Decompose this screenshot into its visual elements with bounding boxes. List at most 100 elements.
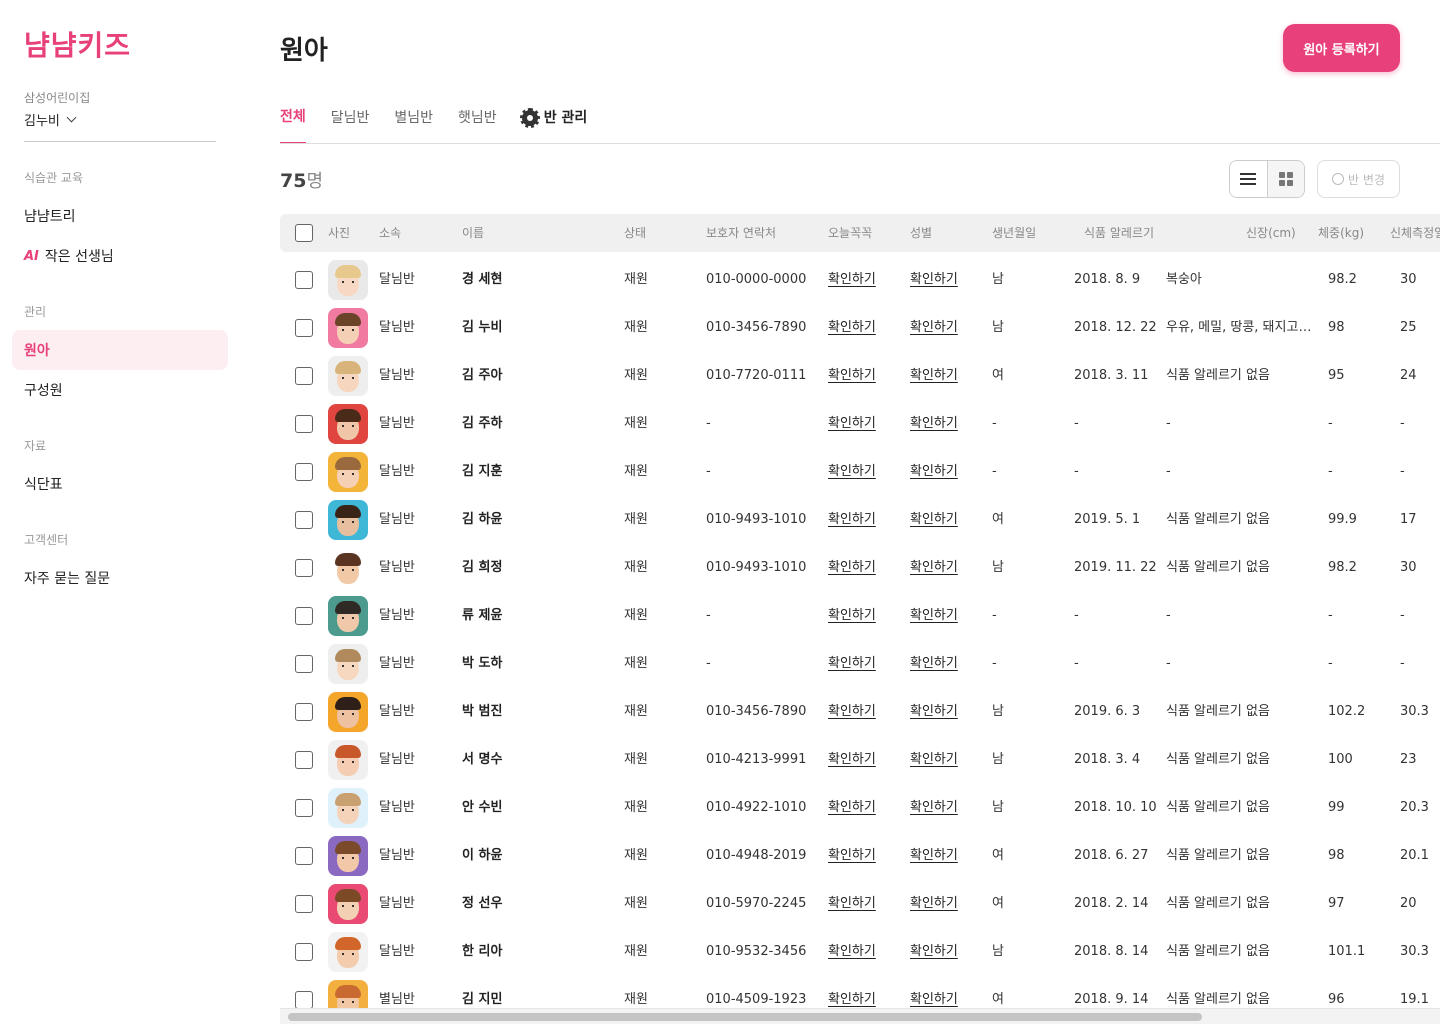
tab-star-class[interactable]: 별님반	[394, 104, 433, 144]
row-checkbox[interactable]	[295, 511, 313, 529]
cell-today-link[interactable]: 확인하기	[828, 640, 876, 688]
horizontal-scrollbar[interactable]	[280, 1008, 1440, 1024]
table-row[interactable]: 달님반 김 주하 재원 - 확인하기 확인하기 - - - - -	[280, 400, 1440, 448]
table-row[interactable]: 달님반 안 수빈 재원 010-4922-1010 확인하기 확인하기 남 2018. 10.…	[280, 784, 1440, 832]
cell-gender-link[interactable]: 확인하기	[910, 400, 958, 448]
table-row[interactable]: 달님반 김 하윤 재원 010-9493-1010 확인하기 확인하기 여 2019. 5. …	[280, 496, 1440, 544]
cell-gender-link[interactable]: 확인하기	[910, 496, 958, 544]
cell-today-link[interactable]: 확인하기	[828, 448, 876, 496]
row-checkbox[interactable]	[295, 751, 313, 769]
cell-weight: 30.3	[1400, 704, 1429, 719]
cell-gender-link[interactable]: 확인하기	[910, 880, 958, 928]
cell-gender-link[interactable]: 확인하기	[910, 832, 958, 880]
tab-all[interactable]: 전체	[280, 104, 306, 144]
scrollbar-thumb[interactable]	[288, 1013, 1202, 1021]
tab-sun-class[interactable]: 햇님반	[458, 104, 497, 144]
cell-today-link[interactable]: 확인하기	[828, 784, 876, 832]
user-dropdown[interactable]: 김누비	[24, 110, 77, 129]
row-checkbox[interactable]	[295, 847, 313, 865]
sidebar-item-little-teacher[interactable]: AI 작은 선생님	[12, 236, 228, 276]
cell-today-link[interactable]: 확인하기	[828, 496, 876, 544]
table-row[interactable]: 달님반 김 지훈 재원 - 확인하기 확인하기 - - - - -	[280, 448, 1440, 496]
cell-class: 달님반	[379, 464, 415, 479]
avatar	[328, 260, 368, 300]
cell-guardian-phone: 010-4922-1010	[706, 800, 807, 815]
cell-gender-link[interactable]: 확인하기	[910, 544, 958, 592]
table-row[interactable]: 달님반 박 도하 재원 - 확인하기 확인하기 - - - - -	[280, 640, 1440, 688]
list-view-button[interactable]	[1230, 161, 1267, 197]
cell-weight: 30	[1400, 272, 1417, 287]
sidebar-item-nyamnyam-tree[interactable]: 냠냠트리	[12, 196, 228, 236]
class-change-button[interactable]: 반 변경	[1317, 160, 1400, 198]
row-checkbox[interactable]	[295, 703, 313, 721]
cell-guardian-phone: 010-4509-1923	[706, 992, 807, 1007]
cell-gender-link[interactable]: 확인하기	[910, 640, 958, 688]
table-row[interactable]: 달님반 류 제윤 재원 - 확인하기 확인하기 - - - - -	[280, 592, 1440, 640]
cell-gender-link[interactable]: 확인하기	[910, 448, 958, 496]
cell-name: 서 명수	[462, 752, 503, 767]
cell-gender-link[interactable]: 확인하기	[910, 352, 958, 400]
row-checkbox[interactable]	[295, 991, 313, 1008]
table-row[interactable]: 달님반 김 누비 재원 010-3456-7890 확인하기 확인하기 남 2018. 12.…	[280, 304, 1440, 352]
row-checkbox[interactable]	[295, 463, 313, 481]
cell-today-link[interactable]: 확인하기	[828, 304, 876, 352]
table-row[interactable]: 달님반 정 선우 재원 010-5970-2245 확인하기 확인하기 여 2018. 2. …	[280, 880, 1440, 928]
cell-today-link[interactable]: 확인하기	[828, 736, 876, 784]
cell-gender-link[interactable]: 확인하기	[910, 256, 958, 304]
table-row[interactable]: 달님반 김 주아 재원 010-7720-0111 확인하기 확인하기 여 2018. 3. …	[280, 352, 1440, 400]
row-checkbox[interactable]	[295, 559, 313, 577]
table-row[interactable]: 달님반 한 리아 재원 010-9532-3456 확인하기 확인하기 남 2018. 8. …	[280, 928, 1440, 976]
row-checkbox[interactable]	[295, 895, 313, 913]
cell-weight: 17	[1400, 512, 1417, 527]
row-checkbox[interactable]	[295, 319, 313, 337]
cell-today-link[interactable]: 확인하기	[828, 352, 876, 400]
cell-gender-link[interactable]: 확인하기	[910, 784, 958, 832]
table-row[interactable]: 달님반 김 희정 재원 010-9493-1010 확인하기 확인하기 남 2019. 11.…	[280, 544, 1440, 592]
cell-gender-link[interactable]: 확인하기	[910, 304, 958, 352]
cell-gender-link[interactable]: 확인하기	[910, 592, 958, 640]
sidebar-divider	[24, 141, 216, 142]
row-checkbox[interactable]	[295, 799, 313, 817]
register-child-button[interactable]: 원아 등록하기	[1283, 24, 1400, 72]
cell-today-link[interactable]: 확인하기	[828, 880, 876, 928]
tab-moon-class[interactable]: 달님반	[331, 104, 370, 144]
cell-today-link[interactable]: 확인하기	[828, 976, 876, 1008]
sidebar-item-meal-plan[interactable]: 식단표	[12, 464, 228, 504]
sidebar-item-members[interactable]: 구성원	[12, 370, 228, 410]
cell-gender-link[interactable]: 확인하기	[910, 976, 958, 1008]
cell-today-link[interactable]: 확인하기	[828, 592, 876, 640]
cell-class: 달님반	[379, 800, 415, 815]
row-checkbox[interactable]	[295, 655, 313, 673]
row-checkbox[interactable]	[295, 367, 313, 385]
brand-logo[interactable]: 냠냠키즈	[24, 30, 131, 62]
select-all-checkbox[interactable]	[295, 224, 313, 242]
cell-guardian-phone: 010-9493-1010	[706, 512, 807, 527]
cell-gender: -	[992, 416, 997, 431]
table-row[interactable]: 별님반 김 지민 재원 010-4509-1923 확인하기 확인하기 여 2018. 9. …	[280, 976, 1440, 1008]
cell-today-link[interactable]: 확인하기	[828, 688, 876, 736]
cell-gender-link[interactable]: 확인하기	[910, 736, 958, 784]
cell-gender-link[interactable]: 확인하기	[910, 928, 958, 976]
row-checkbox[interactable]	[295, 943, 313, 961]
cell-class: 달님반	[379, 368, 415, 383]
cell-today-link[interactable]: 확인하기	[828, 832, 876, 880]
sidebar-item-faq[interactable]: 자주 묻는 질문	[12, 558, 228, 598]
cell-today-link[interactable]: 확인하기	[828, 256, 876, 304]
row-checkbox[interactable]	[295, 415, 313, 433]
sidebar-item-children[interactable]: 원아	[12, 330, 228, 370]
cell-allergy: -	[1166, 416, 1171, 431]
row-checkbox[interactable]	[295, 607, 313, 625]
table-row[interactable]: 달님반 서 명수 재원 010-4213-9991 확인하기 확인하기 남 2018. 3. …	[280, 736, 1440, 784]
row-checkbox[interactable]	[295, 271, 313, 289]
cell-today-link[interactable]: 확인하기	[828, 400, 876, 448]
cell-today-link[interactable]: 확인하기	[828, 544, 876, 592]
cell-gender-link[interactable]: 확인하기	[910, 688, 958, 736]
cell-birthdate: 2019. 6. 3	[1074, 704, 1141, 719]
cell-today-link[interactable]: 확인하기	[828, 928, 876, 976]
grid-view-button[interactable]	[1266, 161, 1304, 197]
table-row[interactable]: 달님반 경 세현 재원 010-0000-0000 확인하기 확인하기 남 2018. 8. …	[280, 256, 1440, 304]
avatar	[328, 932, 368, 972]
tab-class-manage[interactable]: 반 관리	[519, 104, 587, 144]
table-row[interactable]: 달님반 박 범진 재원 010-3456-7890 확인하기 확인하기 남 2019. 6. …	[280, 688, 1440, 736]
table-row[interactable]: 달님반 이 하윤 재원 010-4948-2019 확인하기 확인하기 여 2018. 6. …	[280, 832, 1440, 880]
